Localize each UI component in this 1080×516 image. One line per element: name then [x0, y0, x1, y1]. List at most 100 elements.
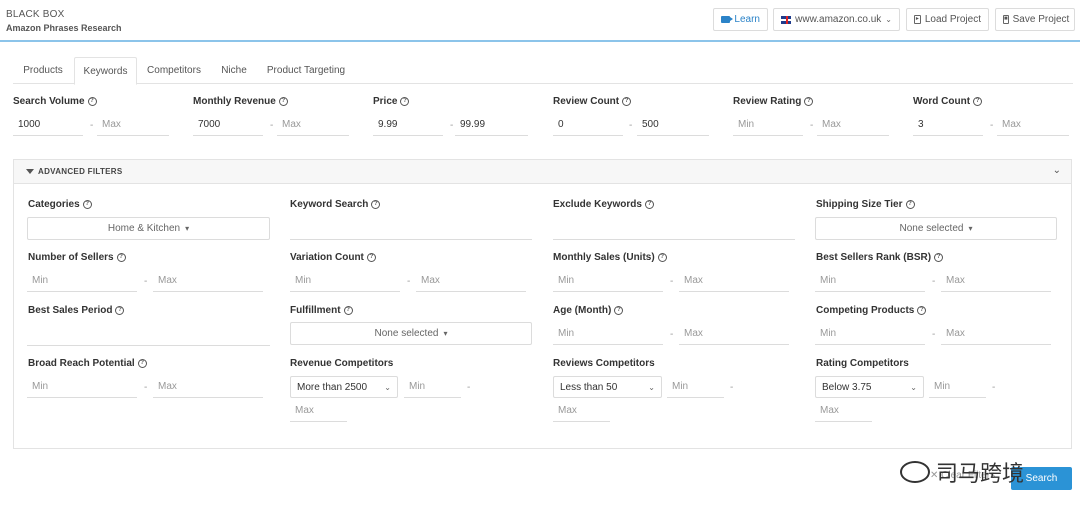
- categories-value: Home & Kitchen: [107, 223, 181, 234]
- revenue-competitors-value: More than 2500: [297, 381, 368, 393]
- variation-count-min[interactable]: Min: [290, 270, 400, 292]
- rating-competitors-max[interactable]: Max: [815, 400, 872, 422]
- learn-button[interactable]: Learn: [713, 8, 768, 31]
- age-max[interactable]: Max: [679, 323, 789, 345]
- chevron-down-icon: ⌄: [648, 382, 655, 392]
- tab-niche[interactable]: Niche: [213, 57, 255, 84]
- tab-products[interactable]: Products: [13, 57, 73, 84]
- chevron-down-icon: ⌄: [910, 382, 917, 392]
- watermark-text: 司马跨境: [936, 461, 1025, 486]
- help-icon[interactable]: ?: [371, 200, 381, 209]
- num-sellers-max[interactable]: Max: [153, 270, 263, 292]
- help-icon[interactable]: ?: [400, 97, 410, 106]
- marketplace-select[interactable]: www.amazon.co.uk ⌄: [773, 8, 900, 31]
- price-max[interactable]: 99.99: [455, 114, 528, 136]
- shipping-size-label: Shipping Size Tier?: [816, 199, 915, 210]
- help-icon[interactable]: ?: [973, 97, 983, 106]
- help-icon[interactable]: ?: [87, 97, 97, 106]
- review-count-label: Review Count?: [553, 96, 632, 107]
- search-volume-max[interactable]: Max: [97, 114, 169, 136]
- load-project-button[interactable]: ▸ Load Project: [906, 8, 989, 31]
- fulfillment-text: Fulfillment: [290, 305, 341, 316]
- broad-reach-text: Broad Reach Potential: [28, 358, 135, 369]
- chevron-down-icon[interactable]: ⌄: [1053, 165, 1061, 176]
- help-icon[interactable]: ?: [644, 200, 654, 209]
- revenue-competitors-max[interactable]: Max: [290, 400, 347, 422]
- range-dash: -: [144, 276, 148, 287]
- help-icon[interactable]: ?: [614, 306, 624, 315]
- review-rating-min[interactable]: Min: [733, 114, 803, 136]
- help-icon[interactable]: ?: [905, 200, 915, 209]
- save-icon: ■: [1003, 15, 1009, 24]
- help-icon[interactable]: ?: [82, 200, 92, 209]
- broad-reach-max[interactable]: Max: [153, 376, 263, 398]
- fulfillment-select[interactable]: None selected ▾: [290, 322, 532, 345]
- caret-down-icon: ▾: [443, 329, 448, 338]
- word-count-min[interactable]: 3: [913, 114, 983, 136]
- best-sales-period-input[interactable]: [27, 345, 270, 346]
- help-icon[interactable]: ?: [622, 97, 632, 106]
- variation-count-max[interactable]: Max: [416, 270, 526, 292]
- help-icon[interactable]: ?: [804, 97, 814, 106]
- num-sellers-text: Number of Sellers: [28, 252, 114, 263]
- reviews-competitors-value: Less than 50: [560, 381, 618, 393]
- categories-select[interactable]: Home & Kitchen ▾: [27, 217, 270, 240]
- bsr-max[interactable]: Max: [941, 270, 1051, 292]
- help-icon[interactable]: ?: [137, 359, 147, 368]
- save-project-button[interactable]: ■ Save Project: [995, 8, 1075, 31]
- help-icon[interactable]: ?: [278, 97, 288, 106]
- reviews-competitors-max[interactable]: Max: [553, 400, 610, 422]
- range-dash: -: [810, 120, 814, 131]
- bsr-min[interactable]: Min: [815, 270, 925, 292]
- monthly-sales-min[interactable]: Min: [553, 270, 663, 292]
- shipping-size-select[interactable]: None selected ▾: [815, 217, 1057, 240]
- help-icon[interactable]: ?: [116, 253, 126, 262]
- revenue-competitors-min[interactable]: Min: [404, 376, 461, 398]
- reviews-competitors-min[interactable]: Min: [667, 376, 724, 398]
- tab-keywords[interactable]: Keywords: [74, 57, 137, 85]
- competing-products-max[interactable]: Max: [941, 323, 1051, 345]
- wechat-logo-icon: [900, 461, 930, 483]
- help-icon[interactable]: ?: [343, 306, 353, 315]
- help-icon[interactable]: ?: [917, 306, 927, 315]
- tab-product-targeting[interactable]: Product Targeting: [259, 57, 353, 84]
- rating-competitors-min[interactable]: Min: [929, 376, 986, 398]
- num-sellers-min[interactable]: Min: [27, 270, 137, 292]
- caret-down-icon: ▾: [968, 224, 973, 233]
- competing-products-min[interactable]: Min: [815, 323, 925, 345]
- revenue-competitors-select[interactable]: More than 2500 ⌄: [290, 376, 398, 398]
- monthly-sales-max[interactable]: Max: [679, 270, 789, 292]
- keyword-search-input[interactable]: [290, 239, 532, 240]
- price-min[interactable]: 9.99: [373, 114, 443, 136]
- age-min[interactable]: Min: [553, 323, 663, 345]
- variation-count-label: Variation Count?: [290, 252, 376, 263]
- review-count-max[interactable]: 500: [637, 114, 709, 136]
- range-dash: -: [670, 276, 674, 287]
- funnel-icon: [26, 169, 34, 174]
- rating-competitors-select[interactable]: Below 3.75 ⌄: [815, 376, 924, 398]
- rating-competitors-text: Rating Competitors: [816, 358, 909, 369]
- help-icon[interactable]: ?: [115, 306, 125, 315]
- advanced-filters-text: ADVANCED FILTERS: [38, 167, 123, 176]
- monthly-revenue-min[interactable]: 7000: [193, 114, 263, 136]
- brand-subtitle: Amazon Phrases Research: [6, 23, 122, 33]
- fulfillment-label: Fulfillment?: [290, 305, 353, 316]
- advanced-filters-header[interactable]: ADVANCED FILTERS ⌄: [14, 160, 1071, 184]
- help-icon[interactable]: ?: [657, 253, 667, 262]
- word-count-max[interactable]: Max: [997, 114, 1069, 136]
- reviews-competitors-select[interactable]: Less than 50 ⌄: [553, 376, 662, 398]
- uk-flag-icon: [781, 15, 792, 24]
- monthly-revenue-max[interactable]: Max: [277, 114, 349, 136]
- review-rating-max[interactable]: Max: [817, 114, 889, 136]
- review-count-min[interactable]: 0: [553, 114, 623, 136]
- monthly-revenue-text: Monthly Revenue: [193, 96, 276, 107]
- tab-competitors[interactable]: Competitors: [139, 57, 209, 84]
- range-dash: -: [90, 120, 94, 131]
- exclude-keywords-input[interactable]: [553, 239, 795, 240]
- help-icon[interactable]: ?: [934, 253, 944, 262]
- range-dash: -: [450, 120, 454, 131]
- save-label: Save Project: [1012, 14, 1070, 25]
- broad-reach-min[interactable]: Min: [27, 376, 137, 398]
- help-icon[interactable]: ?: [366, 253, 376, 262]
- search-volume-min[interactable]: 1000: [13, 114, 83, 136]
